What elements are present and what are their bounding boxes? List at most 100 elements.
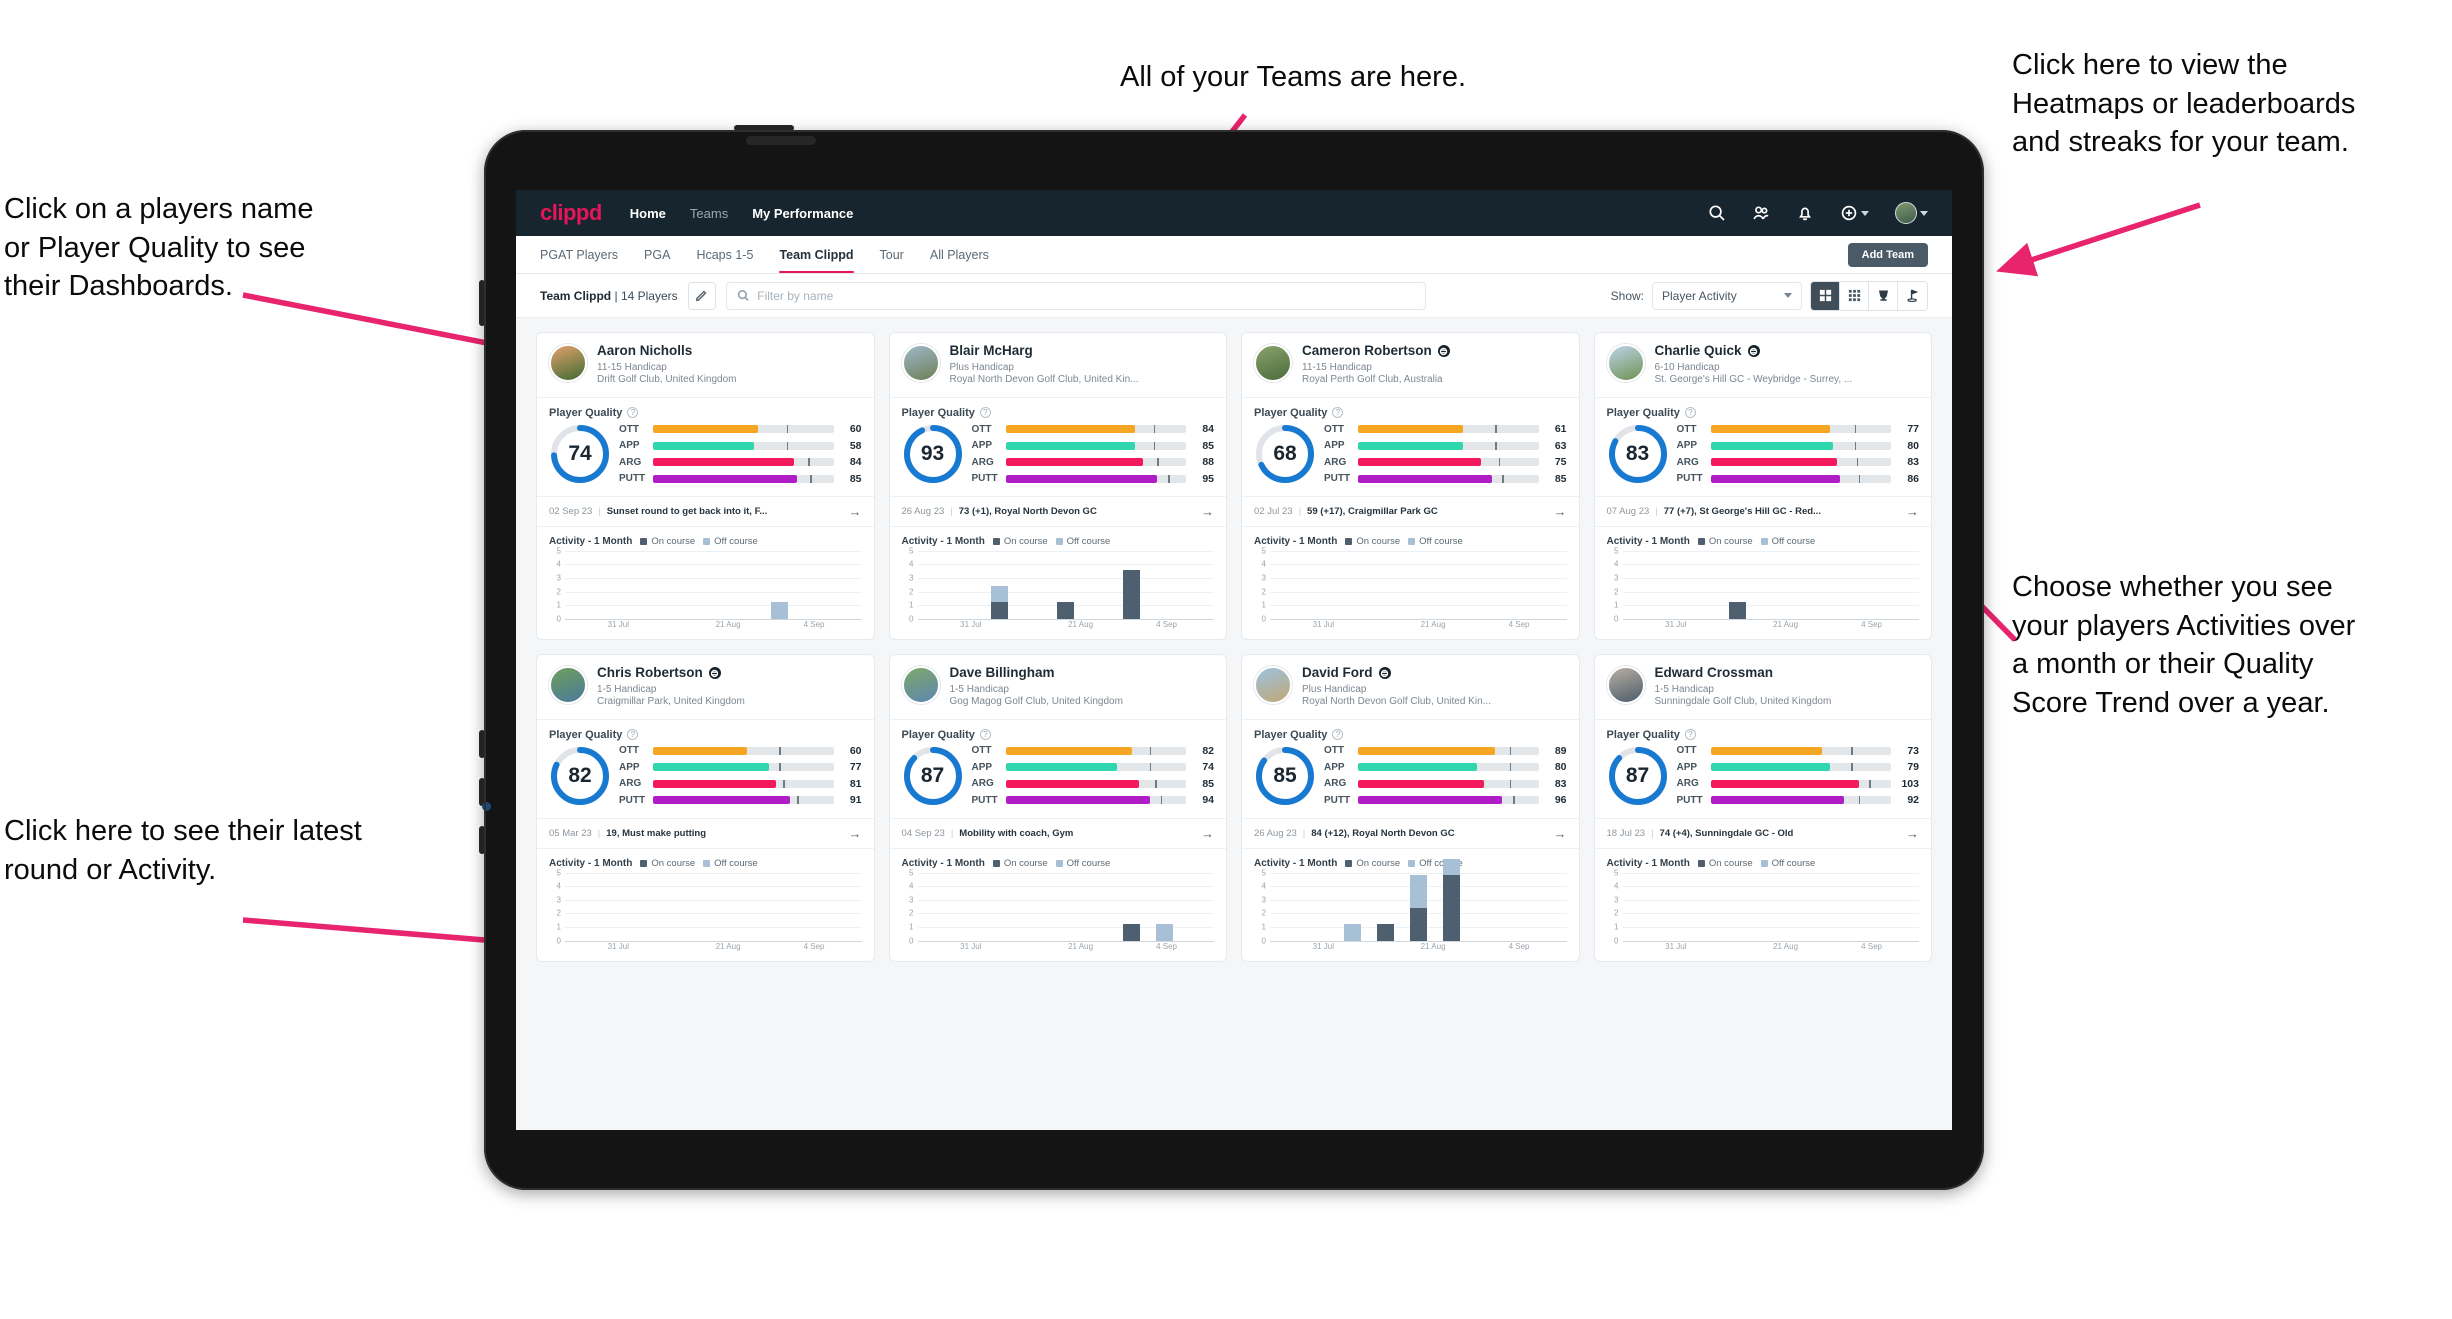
player-avatar[interactable]	[549, 665, 587, 704]
tab-pgat-players[interactable]: PGAT Players	[540, 236, 618, 273]
player-avatar[interactable]	[1254, 665, 1292, 704]
people-icon[interactable]	[1752, 204, 1770, 222]
user-menu[interactable]	[1895, 202, 1928, 224]
player-name-row[interactable]: Dave Billingham	[950, 665, 1123, 681]
player-name[interactable]: Dave Billingham	[950, 665, 1055, 681]
arrow-right-icon[interactable]: →	[1195, 504, 1214, 519]
player-card-header[interactable]: Charlie Quick 6-10 Handicap St. George's…	[1594, 333, 1931, 398]
arrow-right-icon[interactable]: →	[843, 504, 862, 519]
player-name[interactable]: Aaron Nicholls	[597, 343, 692, 359]
player-card[interactable]: Dave Billingham 1-5 Handicap Gog Magog G…	[888, 653, 1227, 962]
quality-score-ring[interactable]: 87	[902, 745, 964, 807]
player-name[interactable]: Charlie Quick	[1655, 343, 1742, 359]
player-avatar[interactable]	[901, 665, 940, 704]
player-name-row[interactable]: Edward Crossman	[1655, 665, 1832, 681]
side-button[interactable]	[479, 826, 485, 854]
player-card[interactable]: Cameron Robertson 11-15 Handicap Royal P…	[1241, 332, 1580, 640]
quality-score-ring[interactable]: 85	[1254, 745, 1316, 807]
nav-link-teams[interactable]: Teams	[690, 206, 728, 221]
tab-tour[interactable]: Tour	[880, 236, 904, 273]
quality-score-ring[interactable]: 83	[1607, 423, 1669, 485]
player-avatar[interactable]	[1606, 665, 1645, 704]
player-card-header[interactable]: Chris Robertson 1-5 Handicap Craigmillar…	[537, 655, 874, 720]
plus-circle-icon[interactable]	[1840, 204, 1858, 222]
latest-round-footer[interactable]: 18 Jul 23 | 74 (+4), Sunningdale GC - Ol…	[1594, 817, 1931, 849]
player-name-row[interactable]: Cameron Robertson	[1302, 343, 1450, 359]
help-info-icon[interactable]: ?	[627, 729, 639, 741]
show-select[interactable]: Player Activity	[1652, 281, 1802, 310]
player-card-header[interactable]: Blair McHarg Plus Handicap Royal North D…	[889, 333, 1226, 398]
player-quality-body[interactable]: 68 OTT 61 APP 63 ARG 75 PUTT 85	[1242, 421, 1579, 496]
player-name-row[interactable]: Blair McHarg	[950, 343, 1139, 359]
bell-icon[interactable]	[1796, 204, 1814, 222]
help-info-icon[interactable]: ?	[627, 407, 639, 419]
arrow-right-icon[interactable]: →	[1900, 826, 1919, 841]
arrow-right-icon[interactable]: →	[843, 826, 862, 841]
help-info-icon[interactable]: ?	[979, 729, 991, 741]
quality-score-ring[interactable]: 87	[1607, 745, 1669, 807]
player-card-header[interactable]: Dave Billingham 1-5 Handicap Gog Magog G…	[889, 655, 1226, 720]
arrow-right-icon[interactable]: →	[1548, 504, 1567, 519]
player-quality-body[interactable]: 87 OTT 73 APP 79 ARG 103 PUTT 92	[1595, 743, 1932, 818]
help-info-icon[interactable]: ?	[1332, 407, 1344, 419]
nav-link-my-performance[interactable]: My Performance	[752, 206, 853, 221]
player-card[interactable]: Charlie Quick 6-10 Handicap St. George's…	[1593, 332, 1932, 640]
player-quality-body[interactable]: 87 OTT 82 APP 74 ARG 85 PUTT 94	[890, 743, 1227, 818]
avatar[interactable]	[1895, 202, 1917, 224]
clippd-logo[interactable]: clippd	[540, 200, 602, 226]
player-name-row[interactable]: Charlie Quick	[1655, 343, 1853, 359]
search-field-wrapper[interactable]	[725, 281, 1426, 310]
power-button[interactable]	[734, 125, 794, 131]
player-avatar[interactable]	[1606, 344, 1645, 382]
help-info-icon[interactable]: ?	[979, 407, 991, 419]
latest-round-footer[interactable]: 26 Aug 23 | 73 (+1), Royal North Devon G…	[889, 495, 1226, 527]
player-card[interactable]: David Ford Plus Handicap Royal North Dev…	[1241, 653, 1580, 962]
player-card[interactable]: Blair McHarg Plus Handicap Royal North D…	[888, 332, 1227, 640]
player-card[interactable]: Aaron Nicholls 11-15 Handicap Drift Golf…	[536, 332, 875, 640]
flag-course-icon[interactable]	[1898, 281, 1927, 310]
tab-all-players[interactable]: All Players	[930, 236, 989, 273]
tab-pga[interactable]: PGA	[644, 236, 670, 273]
latest-round-footer[interactable]: 02 Sep 23 | Sunset round to get back int…	[537, 495, 874, 527]
arrow-right-icon[interactable]: →	[1900, 504, 1919, 519]
grid-view-icon[interactable]	[1811, 281, 1840, 310]
arrow-right-icon[interactable]: →	[1548, 826, 1567, 841]
player-name[interactable]: Cameron Robertson	[1302, 343, 1432, 359]
add-team-button[interactable]: Add Team	[1847, 242, 1928, 267]
player-quality-body[interactable]: 85 OTT 89 APP 80 ARG 83 PUTT 96	[1242, 743, 1579, 818]
search-input[interactable]	[757, 288, 1415, 303]
player-card-header[interactable]: Cameron Robertson 11-15 Handicap Royal P…	[1242, 333, 1579, 398]
player-card[interactable]: Chris Robertson 1-5 Handicap Craigmillar…	[536, 653, 875, 962]
quality-score-ring[interactable]: 68	[1254, 423, 1316, 485]
help-info-icon[interactable]: ?	[1684, 729, 1696, 741]
nav-link-home[interactable]: Home	[630, 206, 666, 221]
quality-score-ring[interactable]: 74	[549, 423, 611, 485]
search-icon[interactable]	[1708, 204, 1726, 222]
help-info-icon[interactable]: ?	[1684, 407, 1696, 419]
player-avatar[interactable]	[549, 344, 587, 382]
player-card[interactable]: Edward Crossman 1-5 Handicap Sunningdale…	[1593, 653, 1932, 962]
player-name[interactable]: Edward Crossman	[1655, 665, 1774, 681]
player-name-row[interactable]: Aaron Nicholls	[597, 343, 737, 359]
latest-round-footer[interactable]: 07 Aug 23 | 77 (+7), St George's Hill GC…	[1594, 495, 1931, 527]
player-name[interactable]: Chris Robertson	[597, 665, 703, 681]
help-info-icon[interactable]: ?	[1332, 729, 1344, 741]
player-name-row[interactable]: David Ford	[1302, 665, 1491, 681]
player-name-row[interactable]: Chris Robertson	[597, 665, 745, 681]
player-card-header[interactable]: Aaron Nicholls 11-15 Handicap Drift Golf…	[537, 333, 874, 398]
latest-round-footer[interactable]: 26 Aug 23 | 84 (+12), Royal North Devon …	[1242, 817, 1579, 849]
dense-grid-view-icon[interactable]	[1840, 281, 1869, 310]
player-name[interactable]: Blair McHarg	[950, 343, 1033, 359]
player-card-header[interactable]: David Ford Plus Handicap Royal North Dev…	[1242, 655, 1579, 720]
player-quality-body[interactable]: 93 OTT 84 APP 85 ARG 88 PUTT 95	[890, 421, 1227, 496]
player-name[interactable]: David Ford	[1302, 665, 1373, 681]
player-quality-body[interactable]: 74 OTT 60 APP 58 ARG 84 PUTT 85	[537, 421, 874, 496]
player-avatar[interactable]	[901, 344, 940, 382]
quality-score-ring[interactable]: 82	[549, 745, 611, 807]
volume-up-button[interactable]	[479, 730, 485, 758]
latest-round-footer[interactable]: 04 Sep 23 | Mobility with coach, Gym →	[889, 817, 1226, 849]
edit-team-button[interactable]	[687, 281, 716, 310]
player-avatar[interactable]	[1254, 344, 1292, 382]
add-menu[interactable]	[1840, 204, 1869, 222]
tab-hcaps-1-5[interactable]: Hcaps 1-5	[696, 236, 753, 273]
